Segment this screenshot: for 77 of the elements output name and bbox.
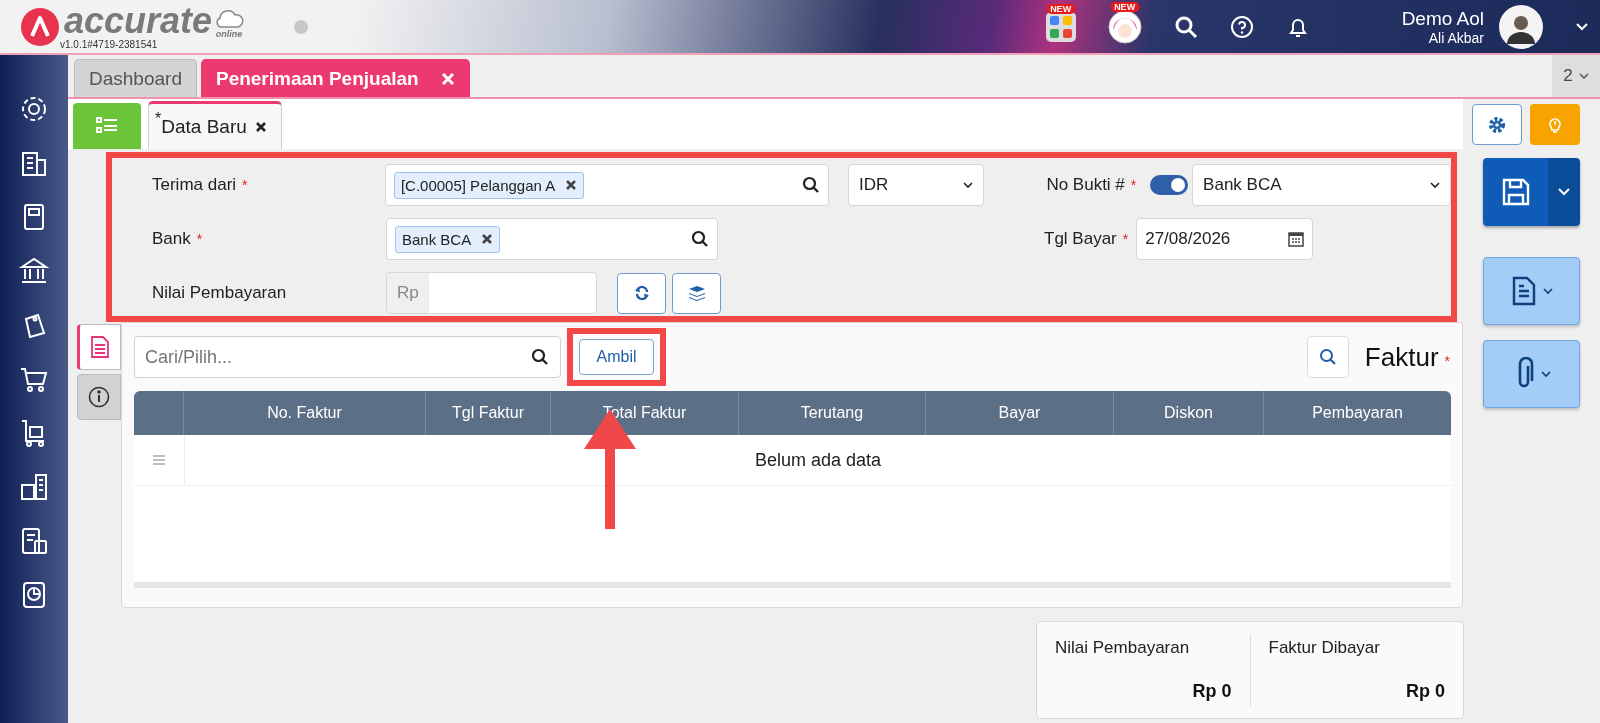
attachment-button[interactable] [1483, 340, 1580, 408]
info-icon [88, 386, 110, 408]
logo-text: accurate [64, 3, 213, 39]
selected-tag: Bank BCA [395, 225, 501, 253]
caret-icon[interactable] [1558, 188, 1570, 196]
avatar-icon[interactable] [1498, 3, 1544, 50]
currency-prefix: Rp [387, 273, 429, 313]
empty-message: Belum ada data [753, 448, 883, 472]
remove-icon[interactable] [481, 233, 494, 245]
chevron-down-icon [1578, 72, 1589, 80]
search-icon[interactable] [691, 230, 709, 248]
list-icon [96, 116, 118, 136]
search-button[interactable] [1306, 336, 1349, 378]
document-menu-button[interactable] [1483, 257, 1580, 325]
logo-subtext: online [215, 29, 243, 39]
refresh-icon [633, 285, 650, 301]
date-field[interactable]: 27/08/2026 [1136, 218, 1314, 260]
field-label: Bank * [152, 229, 204, 249]
field-label: Terima dari * [152, 175, 249, 195]
calendar-icon[interactable] [1288, 231, 1305, 247]
summary-value: Rp 0 [1192, 681, 1232, 702]
customer-field[interactable]: [C.00005] Pelanggan A [384, 164, 829, 206]
field-label: No Bukti # * [1046, 175, 1137, 195]
summary-value: Rp 0 [1406, 681, 1445, 702]
summary-label: Nilai Pembayaran [1055, 638, 1191, 658]
new-badge: NEW [1110, 1, 1140, 12]
tab[interactable]: Dashboard [74, 59, 197, 97]
cloud-icon [214, 9, 245, 29]
status-dot-icon [294, 19, 309, 34]
chevron-down-icon [1430, 181, 1440, 189]
auto-number-toggle[interactable] [1150, 175, 1189, 195]
close-icon[interactable] [254, 120, 267, 133]
logo-icon [20, 6, 60, 47]
search-field[interactable]: Cari/Pilih... [134, 336, 561, 378]
refresh-button[interactable] [617, 272, 666, 314]
version-text: v1.0.1#4719-2381541 [60, 39, 159, 50]
help-icon[interactable] [1229, 14, 1254, 39]
ambil-button[interactable]: Ambil [579, 339, 654, 375]
chevron-down-icon [963, 181, 974, 189]
side-tab[interactable] [77, 324, 121, 370]
section-title: Faktur * [1364, 341, 1450, 373]
side-tab[interactable] [77, 374, 121, 420]
field-label: Tgl Bayar * [1044, 229, 1129, 249]
summary-label: Faktur Dibayar [1268, 638, 1381, 658]
document-tab[interactable]: *Data Baru [148, 101, 282, 149]
new-badge: NEW [1046, 3, 1076, 14]
gear-icon [1488, 115, 1506, 134]
factory-icon[interactable] [18, 471, 50, 503]
search-icon[interactable] [1173, 14, 1198, 39]
document-icon [1510, 276, 1537, 306]
currency-select[interactable]: IDR [847, 164, 985, 206]
search-icon [1318, 348, 1337, 366]
remove-icon[interactable] [565, 179, 578, 191]
column-header: Pembayaran [1311, 403, 1404, 423]
field-label: Nilai Pembayaran [152, 283, 288, 303]
number-select[interactable]: Bank BCA [1192, 164, 1451, 206]
selected-tag: [C.00005] Pelanggan A [393, 171, 585, 199]
caret-icon [1540, 370, 1551, 378]
caret-icon [1542, 287, 1553, 295]
layers-button[interactable] [672, 272, 721, 314]
search-icon[interactable] [801, 176, 820, 194]
tab-count-dropdown[interactable]: 2 [1552, 55, 1600, 97]
save-button[interactable] [1483, 158, 1580, 226]
document-icon [90, 336, 110, 358]
chevron-down-icon[interactable] [1576, 22, 1588, 31]
tab[interactable]: Penerimaan Penjualan [200, 59, 470, 97]
user-name: Demo Aol [1401, 7, 1484, 30]
document-tab-label: Data Baru [161, 115, 247, 138]
mascot-icon[interactable] [1107, 9, 1142, 44]
modified-marker: * [155, 110, 162, 128]
user-subtitle: Ali Akbar [1428, 29, 1484, 46]
drag-handle-icon[interactable] [153, 455, 165, 465]
search-icon[interactable] [531, 348, 549, 366]
layers-icon [687, 285, 706, 301]
bank-field[interactable]: Bank BCA [386, 218, 718, 260]
apps-icon[interactable] [1045, 11, 1076, 42]
settings-button[interactable] [1472, 104, 1522, 145]
